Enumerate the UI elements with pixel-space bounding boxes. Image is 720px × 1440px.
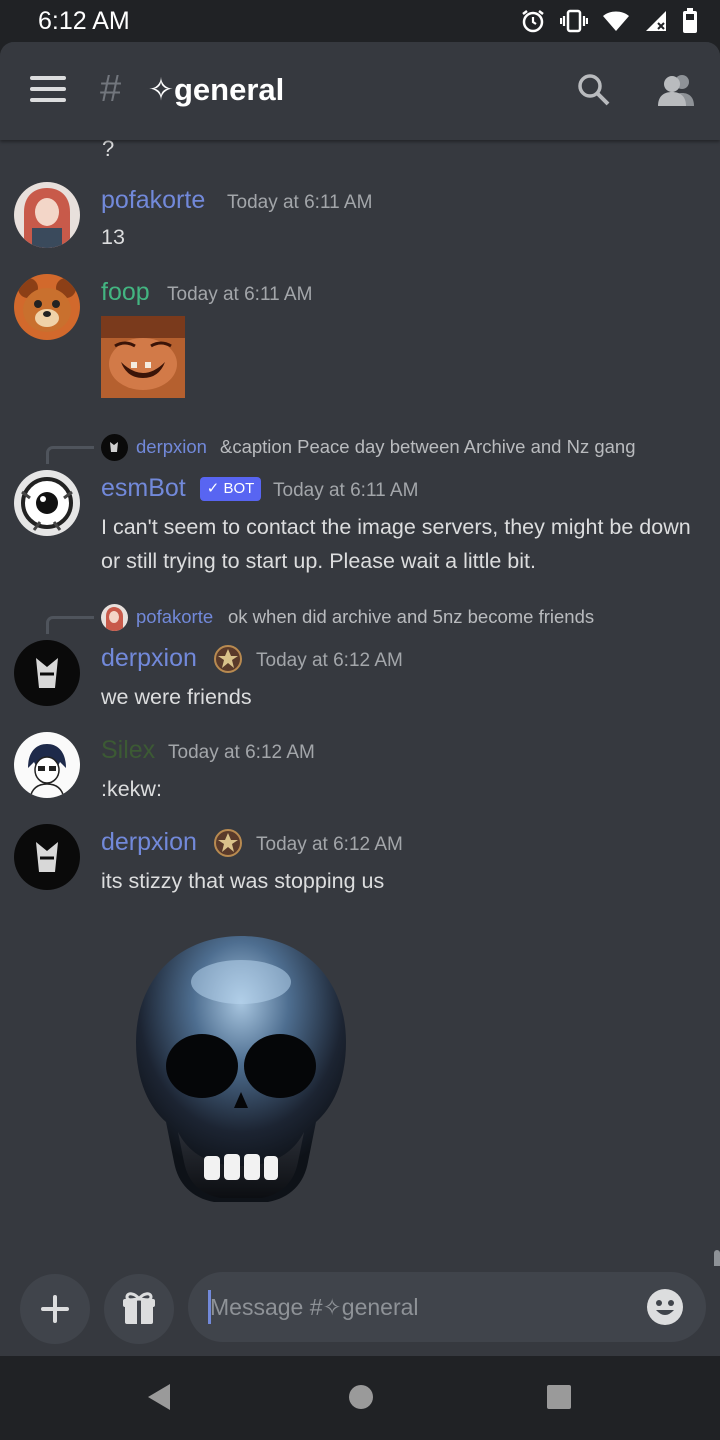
reply-preview[interactable]: pofakorte ok when did archive and 5nz be… bbox=[0, 602, 720, 634]
skull-sticker[interactable] bbox=[130, 932, 352, 1208]
timestamp: Today at 6:12 AM bbox=[256, 834, 403, 855]
members-icon[interactable] bbox=[656, 72, 696, 108]
badge-emblem-icon bbox=[214, 829, 242, 857]
home-icon[interactable] bbox=[347, 1382, 375, 1412]
timestamp: Today at 6:11 AM bbox=[227, 192, 373, 213]
bot-badge: ✓ BOT bbox=[200, 477, 261, 501]
timestamp: Today at 6:12 AM bbox=[256, 650, 403, 671]
avatar[interactable] bbox=[14, 470, 80, 536]
alarm-icon bbox=[522, 10, 544, 33]
status-time: 6:12 AM bbox=[38, 7, 130, 35]
channel-title[interactable]: ✧general bbox=[148, 72, 284, 108]
back-icon[interactable] bbox=[146, 1382, 172, 1412]
battery-icon bbox=[683, 8, 697, 33]
reply-avatar bbox=[101, 434, 128, 461]
vibrate-icon bbox=[560, 9, 588, 33]
avatar[interactable] bbox=[14, 274, 80, 340]
plus-icon bbox=[41, 1295, 69, 1323]
add-attachment-button[interactable] bbox=[20, 1274, 90, 1344]
gift-button[interactable] bbox=[104, 1274, 174, 1344]
message-text: we were friends bbox=[101, 685, 252, 709]
message-text: its stizzy that was stopping us bbox=[101, 869, 385, 893]
username[interactable]: esmBot bbox=[101, 474, 186, 503]
message-input[interactable]: Message #✧general bbox=[188, 1272, 706, 1342]
timestamp: Today at 6:12 AM bbox=[168, 742, 315, 763]
username[interactable]: foop bbox=[101, 278, 150, 307]
reply-username[interactable]: derpxion bbox=[136, 436, 207, 458]
avatar[interactable] bbox=[14, 824, 80, 890]
avatar[interactable] bbox=[14, 182, 80, 248]
menu-icon[interactable] bbox=[30, 76, 66, 106]
message-silex[interactable]: Silex Today at 6:12 AM :kekw: bbox=[0, 732, 720, 812]
channel-header: # ✧general bbox=[0, 42, 720, 140]
signal-icon bbox=[646, 11, 666, 31]
message-input-placeholder: Message #✧general bbox=[210, 1294, 419, 1320]
app-window: # ✧general ? pofakorte Today at 6:11 AM … bbox=[0, 42, 720, 1356]
timestamp: Today at 6:11 AM bbox=[167, 284, 313, 305]
message-pofakorte[interactable]: pofakorte Today at 6:11 AM 13 bbox=[0, 182, 720, 262]
message-derpxion[interactable]: derpxion Today at 6:12 AM we were friend… bbox=[0, 640, 720, 720]
reply-username[interactable]: pofakorte bbox=[136, 606, 213, 628]
username[interactable]: pofakorte bbox=[101, 186, 205, 215]
recents-icon[interactable] bbox=[545, 1382, 573, 1412]
timestamp: Today at 6:11 AM bbox=[273, 480, 419, 501]
avatar[interactable] bbox=[14, 732, 80, 798]
message-list[interactable]: ? pofakorte Today at 6:11 AM 13 foop Tod… bbox=[0, 140, 720, 1266]
reply-preview[interactable]: derpxion &caption Peace day between Arch… bbox=[0, 432, 720, 464]
reply-spine bbox=[46, 616, 94, 634]
avatar[interactable] bbox=[14, 640, 80, 706]
reply-text: ok when did archive and 5nz become frien… bbox=[228, 606, 595, 627]
message-esmbot[interactable]: esmBot ✓ BOT Today at 6:11 AM I can't se… bbox=[0, 470, 720, 590]
message-foop[interactable]: foop Today at 6:11 AM bbox=[0, 274, 720, 404]
image-attachment[interactable] bbox=[101, 316, 185, 398]
message-derpxion[interactable]: derpxion Today at 6:12 AM its stizzy tha… bbox=[0, 824, 720, 1224]
reply-text: &caption Peace day between Archive and N… bbox=[220, 436, 636, 457]
reply-avatar bbox=[101, 604, 128, 631]
username[interactable]: Silex bbox=[101, 736, 155, 765]
gift-icon bbox=[123, 1292, 155, 1324]
username[interactable]: derpxion bbox=[101, 828, 197, 857]
reply-spine bbox=[46, 446, 94, 464]
hash-icon: # bbox=[100, 68, 122, 110]
message-text: :kekw: bbox=[101, 777, 162, 801]
message-text: 13 bbox=[101, 225, 125, 249]
emoji-icon[interactable] bbox=[646, 1288, 684, 1326]
scrollbar[interactable] bbox=[714, 1250, 720, 1266]
badge-emblem-icon bbox=[214, 645, 242, 673]
wifi-icon bbox=[603, 11, 629, 31]
partial-message-text: ? bbox=[102, 140, 115, 161]
composer: Message #✧general bbox=[0, 1266, 720, 1356]
message-text: I can't seem to contact the image server… bbox=[101, 515, 691, 573]
username[interactable]: derpxion bbox=[101, 644, 197, 673]
status-icons bbox=[520, 8, 698, 34]
status-bar: 6:12 AM bbox=[0, 0, 720, 42]
search-icon[interactable] bbox=[576, 72, 612, 108]
system-nav-bar bbox=[0, 1356, 720, 1440]
